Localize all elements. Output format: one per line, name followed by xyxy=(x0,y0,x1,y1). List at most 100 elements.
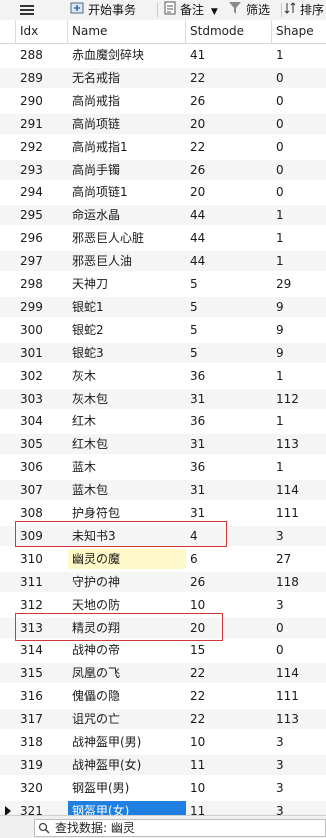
idx-cell[interactable]: 302 xyxy=(16,366,68,386)
stdmode-cell[interactable]: 41 xyxy=(186,45,272,65)
table-row[interactable]: 293 高尚手镯 26 0 xyxy=(0,159,326,180)
column-header-shape[interactable]: Shape xyxy=(272,20,326,43)
name-cell[interactable]: 银蛇3 xyxy=(68,343,186,363)
row-selector[interactable] xyxy=(0,68,16,88)
row-selector[interactable] xyxy=(0,320,16,340)
row-selector[interactable] xyxy=(0,778,16,798)
shape-cell[interactable]: 0 xyxy=(272,91,326,111)
row-selector[interactable] xyxy=(0,389,16,409)
column-header-idx[interactable]: Idx xyxy=(16,20,68,43)
table-row[interactable]: 320 钢盔甲(男) 10 3 xyxy=(0,777,326,798)
stdmode-cell[interactable]: 4 xyxy=(186,526,272,546)
idx-cell[interactable]: 300 xyxy=(16,320,68,340)
name-cell[interactable]: 红木包 xyxy=(68,434,186,454)
table-row[interactable]: 313 精灵の翔 20 0 xyxy=(0,617,326,638)
stdmode-cell[interactable]: 26 xyxy=(186,160,272,180)
column-header-stdmode[interactable]: Stdmode xyxy=(186,20,272,43)
stdmode-cell[interactable]: 22 xyxy=(186,68,272,88)
name-cell[interactable]: 未知书3 xyxy=(68,526,186,546)
shape-cell[interactable]: 29 xyxy=(272,274,326,294)
idx-cell[interactable]: 295 xyxy=(16,205,68,225)
shape-cell[interactable]: 113 xyxy=(272,709,326,729)
name-cell[interactable]: 战神の帝 xyxy=(68,640,186,660)
idx-cell[interactable]: 293 xyxy=(16,160,68,180)
shape-cell[interactable]: 0 xyxy=(272,160,326,180)
table-row[interactable]: 300 银蛇2 5 9 xyxy=(0,319,326,340)
shape-cell[interactable]: 113 xyxy=(272,434,326,454)
name-cell[interactable]: 凤凰の飞 xyxy=(68,663,186,683)
table-row[interactable]: 289 无名戒指 22 0 xyxy=(0,67,326,88)
idx-cell[interactable]: 312 xyxy=(16,595,68,615)
name-cell[interactable]: 精灵の翔 xyxy=(68,618,186,638)
idx-cell[interactable]: 297 xyxy=(16,251,68,271)
name-cell[interactable]: 高尚戒指1 xyxy=(68,137,186,157)
row-selector[interactable] xyxy=(0,137,16,157)
name-cell[interactable]: 无名戒指 xyxy=(68,68,186,88)
shape-cell[interactable]: 114 xyxy=(272,480,326,500)
idx-cell[interactable]: 288 xyxy=(16,45,68,65)
stdmode-cell[interactable]: 5 xyxy=(186,274,272,294)
stdmode-cell[interactable]: 36 xyxy=(186,457,272,477)
name-cell[interactable]: 命运水晶 xyxy=(68,205,186,225)
table-row[interactable]: 304 红木 36 1 xyxy=(0,411,326,432)
name-cell[interactable]: 银蛇2 xyxy=(68,320,186,340)
stdmode-cell[interactable]: 5 xyxy=(186,320,272,340)
idx-cell[interactable]: 305 xyxy=(16,434,68,454)
stdmode-cell[interactable]: 22 xyxy=(186,686,272,706)
name-cell[interactable]: 蓝木包 xyxy=(68,480,186,500)
idx-cell[interactable]: 319 xyxy=(16,755,68,775)
stdmode-cell[interactable]: 5 xyxy=(186,297,272,317)
row-selector[interactable] xyxy=(0,618,16,638)
shape-cell[interactable]: 1 xyxy=(272,457,326,477)
name-cell[interactable]: 邪恶巨人心脏 xyxy=(68,228,186,248)
stdmode-cell[interactable]: 26 xyxy=(186,572,272,592)
shape-cell[interactable]: 1 xyxy=(272,45,326,65)
name-cell[interactable]: 守护の神 xyxy=(68,572,186,592)
shape-cell[interactable]: 114 xyxy=(272,663,326,683)
idx-cell[interactable]: 299 xyxy=(16,297,68,317)
table-row[interactable]: 314 战神の帝 15 0 xyxy=(0,640,326,661)
row-selector[interactable] xyxy=(0,228,16,248)
name-cell[interactable]: 赤血魔剑碎块 xyxy=(68,45,186,65)
row-selector[interactable] xyxy=(0,480,16,500)
shape-cell[interactable]: 0 xyxy=(272,68,326,88)
sort-button[interactable]: 排序 xyxy=(284,0,324,20)
table-row[interactable]: 312 天地の防 10 3 xyxy=(0,594,326,615)
start-transaction-button[interactable]: 开始事务 xyxy=(70,0,136,20)
stdmode-cell[interactable]: 44 xyxy=(186,205,272,225)
row-selector[interactable] xyxy=(0,549,16,569)
shape-cell[interactable]: 1 xyxy=(272,411,326,431)
table-row[interactable]: 311 守护の神 26 118 xyxy=(0,571,326,592)
idx-cell[interactable]: 298 xyxy=(16,274,68,294)
stdmode-cell[interactable]: 26 xyxy=(186,91,272,111)
notes-button[interactable]: 备注 ▼ xyxy=(164,0,218,20)
idx-cell[interactable]: 309 xyxy=(16,526,68,546)
row-selector[interactable] xyxy=(0,732,16,752)
table-row[interactable]: 291 高尚项链 20 0 xyxy=(0,113,326,134)
shape-cell[interactable]: 0 xyxy=(272,137,326,157)
table-row[interactable]: 294 高尚项链1 20 0 xyxy=(0,182,326,203)
name-cell[interactable]: 护身符包 xyxy=(68,503,186,523)
shape-cell[interactable]: 3 xyxy=(272,732,326,752)
name-cell[interactable]: 银蛇1 xyxy=(68,297,186,317)
name-cell[interactable]: 战神盔甲(男) xyxy=(68,732,186,752)
row-selector[interactable] xyxy=(0,411,16,431)
row-selector[interactable] xyxy=(0,434,16,454)
table-row[interactable]: 295 命运水晶 44 1 xyxy=(0,205,326,226)
row-selector[interactable] xyxy=(0,526,16,546)
name-cell[interactable]: 战神盔甲(女) xyxy=(68,755,186,775)
name-cell[interactable]: 灰木 xyxy=(68,366,186,386)
stdmode-cell[interactable]: 20 xyxy=(186,182,272,202)
table-row[interactable]: 299 银蛇1 5 9 xyxy=(0,296,326,317)
name-cell[interactable]: 红木 xyxy=(68,411,186,431)
name-cell[interactable]: 蓝木 xyxy=(68,457,186,477)
row-selector[interactable] xyxy=(0,640,16,660)
name-cell[interactable]: 天神刀 xyxy=(68,274,186,294)
stdmode-cell[interactable]: 6 xyxy=(186,549,272,569)
row-selector[interactable] xyxy=(0,205,16,225)
table-row[interactable]: 306 蓝木 36 1 xyxy=(0,457,326,478)
stdmode-cell[interactable]: 5 xyxy=(186,343,272,363)
stdmode-cell[interactable]: 20 xyxy=(186,618,272,638)
idx-cell[interactable]: 307 xyxy=(16,480,68,500)
idx-cell[interactable]: 306 xyxy=(16,457,68,477)
